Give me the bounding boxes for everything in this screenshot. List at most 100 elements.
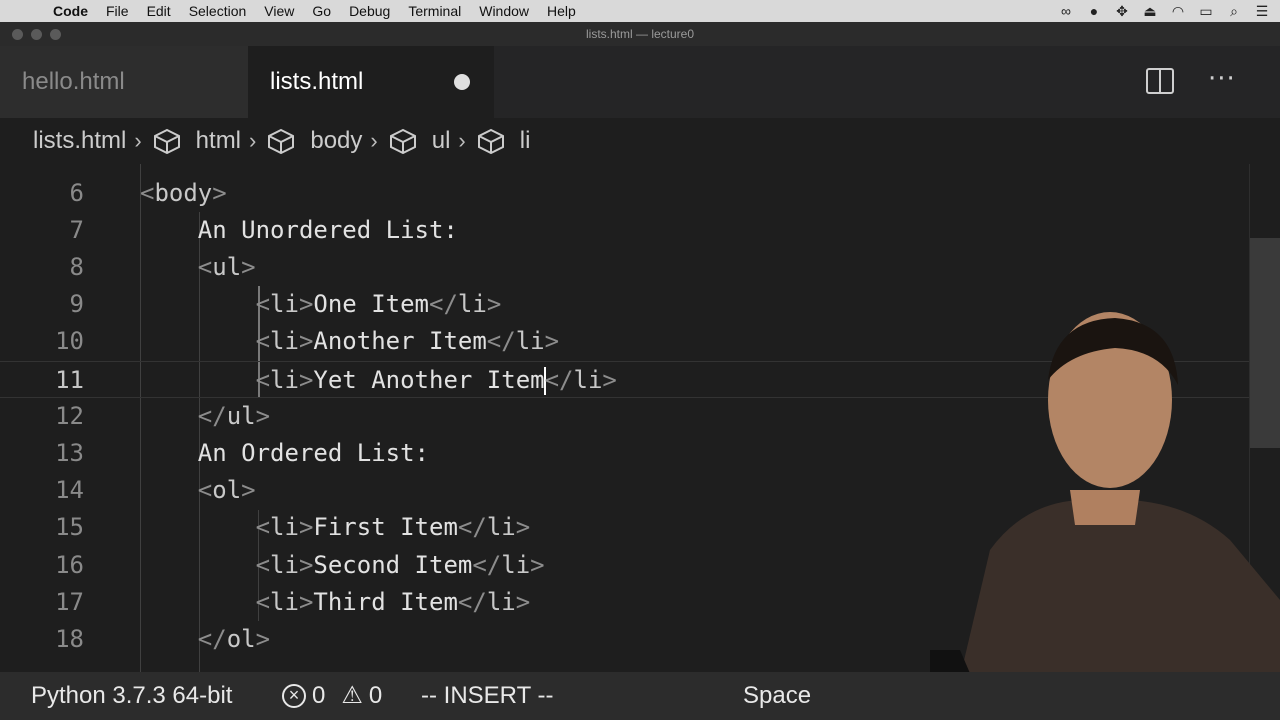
line-number: 14 <box>55 476 84 505</box>
code-text: <li>Second Item</li> <box>256 547 545 584</box>
record-icon[interactable]: ● <box>1086 4 1102 18</box>
breadcrumb-label: li <box>519 127 531 154</box>
wifi-icon[interactable]: ◠ <box>1170 4 1186 18</box>
menu-help[interactable]: Help <box>538 3 585 19</box>
code-text: <li>First Item</li> <box>256 509 531 546</box>
tag-bracket: < <box>197 252 213 281</box>
code-text: <li>Another Item</li> <box>256 323 559 360</box>
menu-terminal[interactable]: Terminal <box>399 3 470 19</box>
tag-name: li <box>457 290 487 319</box>
text-content: An Ordered List: <box>197 438 429 467</box>
tab-hello-html[interactable]: hello.html <box>0 46 248 118</box>
breadcrumb-html[interactable]: html <box>152 127 241 155</box>
breadcrumb-label: lists.html <box>33 127 127 154</box>
code-line[interactable]: 6 <body> <box>0 175 1250 212</box>
text-content: Yet Another Item <box>313 365 545 394</box>
text-content: One Item <box>313 290 429 319</box>
tag-bracket: < <box>255 290 271 319</box>
split-editor-icon[interactable] <box>1146 68 1174 94</box>
tab-label: hello.html <box>22 68 125 95</box>
move-icon[interactable]: ✥ <box>1114 4 1130 18</box>
line-number: 11 <box>55 365 84 394</box>
eject-icon[interactable]: ⏏ <box>1142 4 1158 18</box>
minimize-window-button[interactable] <box>31 29 42 40</box>
menu-go[interactable]: Go <box>303 3 340 19</box>
tag-name: li <box>486 513 516 542</box>
code-line[interactable]: 7 An Unordered List: <box>0 212 1250 249</box>
tab-lists-html[interactable]: lists.html <box>248 46 494 118</box>
tag-name: li <box>573 365 603 394</box>
glasses-icon[interactable]: ∞ <box>1058 4 1074 18</box>
breadcrumb-label: ul <box>431 127 451 154</box>
chevron-right-icon: › <box>370 128 378 153</box>
code-line[interactable]: 8 <ul> <box>0 249 1250 286</box>
problems-indicator[interactable]: × 0 ⚠ 0 <box>282 672 382 720</box>
text-content: Second Item <box>313 550 473 579</box>
tag-bracket: > <box>298 290 314 319</box>
close-window-button[interactable] <box>12 29 23 40</box>
breadcrumb-body[interactable]: body <box>266 127 362 155</box>
tag-bracket: < <box>140 178 155 207</box>
menu-edit[interactable]: Edit <box>138 3 180 19</box>
chevron-right-icon: › <box>458 128 466 153</box>
tag-name: li <box>515 327 545 356</box>
tag-bracket: > <box>212 178 227 207</box>
menu-view[interactable]: View <box>255 3 303 19</box>
symbol-element-icon <box>268 128 295 154</box>
tag-bracket: > <box>298 365 314 394</box>
indentation-selector[interactable]: Space <box>743 672 811 720</box>
tag-name: li <box>270 513 299 542</box>
zoom-window-button[interactable] <box>50 29 61 40</box>
code-text: <body> <box>140 175 227 212</box>
presenter-photo <box>930 312 1280 720</box>
tag-bracket: > <box>255 624 271 653</box>
breadcrumb: lists.html › html › body › ul › li <box>0 118 1280 164</box>
menu-file[interactable]: File <box>97 3 138 19</box>
window-controls <box>12 29 61 40</box>
more-actions-icon[interactable]: ··· <box>1208 64 1236 94</box>
status-bar: Python 3.7.3 64-bit × 0 ⚠ 0 -- INSERT --… <box>0 672 1280 720</box>
battery-icon[interactable]: ▭ <box>1198 4 1214 18</box>
symbol-element-icon <box>153 128 180 154</box>
tag-bracket: < <box>255 365 271 394</box>
tag-bracket: < <box>255 327 271 356</box>
tab-label: lists.html <box>270 68 364 95</box>
breadcrumb-ul[interactable]: ul <box>388 127 451 155</box>
breadcrumb-file[interactable]: lists.html <box>33 127 126 155</box>
menu-window[interactable]: Window <box>470 3 538 19</box>
tag-bracket: > <box>298 550 314 579</box>
tag-name: body <box>154 178 213 207</box>
unsaved-changes-icon[interactable] <box>454 74 470 90</box>
line-number: 13 <box>55 438 84 467</box>
list-icon[interactable]: ☰ <box>1254 4 1270 18</box>
tag-bracket: > <box>298 587 314 616</box>
tag-name: li <box>486 587 516 616</box>
menu-selection[interactable]: Selection <box>180 3 256 19</box>
python-interpreter-selector[interactable]: Python 3.7.3 64-bit <box>31 672 232 720</box>
breadcrumb-label: html <box>195 127 242 154</box>
tag-name: li <box>270 587 299 616</box>
line-number: 7 <box>69 215 84 244</box>
menu-code[interactable]: Code <box>44 3 97 19</box>
tag-bracket: > <box>241 252 256 281</box>
tag-name: ul <box>212 252 242 281</box>
line-number: 12 <box>55 401 84 430</box>
breadcrumb-label: body <box>310 127 363 154</box>
chevron-right-icon: › <box>134 128 142 153</box>
code-text: </ol> <box>198 621 270 658</box>
breadcrumb-li[interactable]: li <box>476 127 531 155</box>
tag-bracket: </ <box>486 327 516 356</box>
line-number: 15 <box>55 513 84 542</box>
window-titlebar: lists.html — lecture0 <box>0 22 1280 46</box>
menu-debug[interactable]: Debug <box>340 3 399 19</box>
code-text: An Unordered List: <box>198 212 458 249</box>
code-text: </ul> <box>198 398 270 435</box>
tag-name: ul <box>226 401 256 430</box>
text-content: First Item <box>313 513 458 542</box>
line-number: 16 <box>55 550 84 579</box>
tag-name: li <box>270 365 299 394</box>
tag-bracket: </ <box>472 550 502 579</box>
tag-name: li <box>270 290 299 319</box>
search-icon[interactable]: ⌕ <box>1226 4 1242 18</box>
tag-name: li <box>501 550 531 579</box>
